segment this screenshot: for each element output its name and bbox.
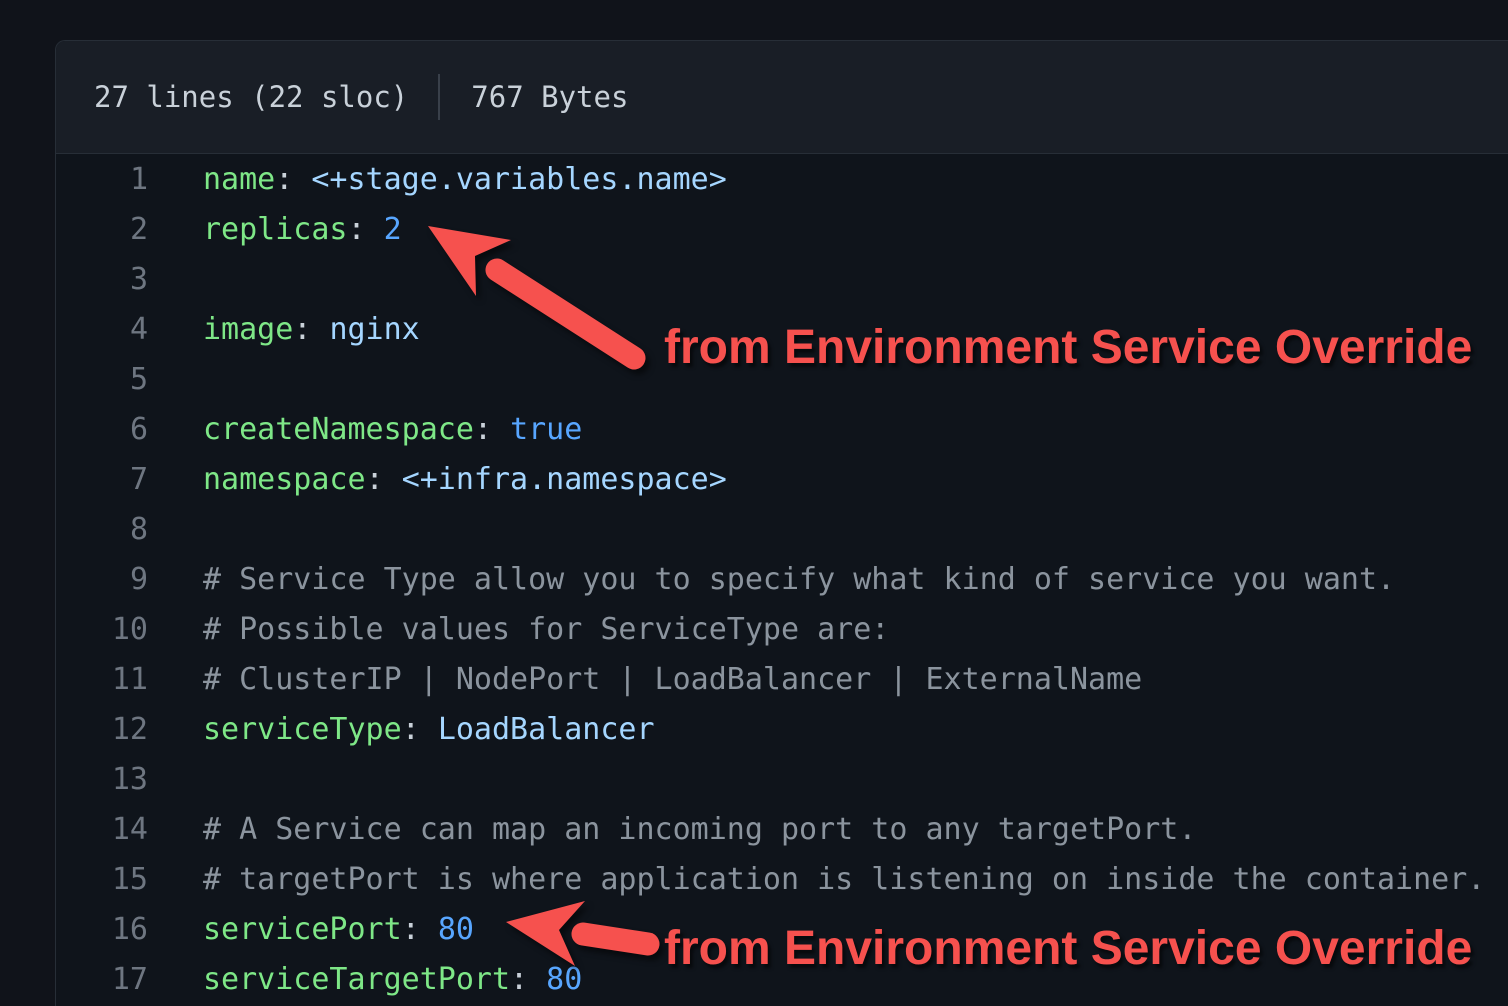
code-line: 11# ClusterIP | NodePort | LoadBalancer … bbox=[56, 654, 1508, 704]
code-line: 7namespace: <+infra.namespace> bbox=[56, 454, 1508, 504]
line-number[interactable]: 4 bbox=[56, 312, 148, 347]
code-line-content: # targetPort is where application is lis… bbox=[148, 862, 1485, 897]
code-line-content: # Service Type allow you to specify what… bbox=[148, 562, 1395, 597]
header-divider bbox=[438, 74, 440, 120]
line-number[interactable]: 12 bbox=[56, 712, 148, 747]
annotation-label-2: from Environment Service Override bbox=[664, 925, 1472, 973]
line-number[interactable]: 9 bbox=[56, 562, 148, 597]
line-number[interactable]: 6 bbox=[56, 412, 148, 447]
line-number[interactable]: 2 bbox=[56, 212, 148, 247]
line-number[interactable]: 15 bbox=[56, 862, 148, 897]
code-line-content: servicePort: 80 bbox=[148, 912, 474, 947]
code-line: 8 bbox=[56, 504, 1508, 554]
code-line-content: namespace: <+infra.namespace> bbox=[148, 462, 727, 497]
code-line-content: createNamespace: true bbox=[148, 412, 582, 447]
code-line-content: name: <+stage.variables.name> bbox=[148, 162, 727, 197]
code-line-content: serviceTargetPort: 80 bbox=[148, 962, 582, 997]
page-background: 27 lines (22 sloc) 767 Bytes 1name: <+st… bbox=[0, 0, 1508, 1006]
code-line-content: serviceType: LoadBalancer bbox=[148, 712, 655, 747]
annotation-label-1: from Environment Service Override bbox=[664, 324, 1472, 372]
code-line-content: # ClusterIP | NodePort | LoadBalancer | … bbox=[148, 662, 1142, 697]
code-line: 3 bbox=[56, 254, 1508, 304]
line-number[interactable]: 5 bbox=[56, 362, 148, 397]
code-line-content: # A Service can map an incoming port to … bbox=[148, 812, 1196, 847]
code-line: 15# targetPort is where application is l… bbox=[56, 854, 1508, 904]
code-line-content: image: nginx bbox=[148, 312, 420, 347]
line-number[interactable]: 8 bbox=[56, 512, 148, 547]
file-lines-info: 27 lines (22 sloc) bbox=[94, 80, 408, 114]
line-number[interactable]: 13 bbox=[56, 762, 148, 797]
code-line: 12serviceType: LoadBalancer bbox=[56, 704, 1508, 754]
code-line: 10# Possible values for ServiceType are: bbox=[56, 604, 1508, 654]
line-number[interactable]: 11 bbox=[56, 662, 148, 697]
line-number[interactable]: 16 bbox=[56, 912, 148, 947]
file-size-info: 767 Bytes bbox=[471, 80, 628, 114]
line-number[interactable]: 14 bbox=[56, 812, 148, 847]
line-number[interactable]: 7 bbox=[56, 462, 148, 497]
line-number[interactable]: 3 bbox=[56, 262, 148, 297]
line-number[interactable]: 17 bbox=[56, 962, 148, 997]
code-line-content: replicas: 2 bbox=[148, 212, 402, 247]
code-line: 6createNamespace: true bbox=[56, 404, 1508, 454]
code-line: 9# Service Type allow you to specify wha… bbox=[56, 554, 1508, 604]
file-viewer: 27 lines (22 sloc) 767 Bytes 1name: <+st… bbox=[55, 40, 1508, 1006]
code-area: 1name: <+stage.variables.name>2replicas:… bbox=[56, 154, 1508, 1004]
file-header: 27 lines (22 sloc) 767 Bytes bbox=[56, 41, 1508, 154]
code-line-content: # Possible values for ServiceType are: bbox=[148, 612, 889, 647]
line-number[interactable]: 1 bbox=[56, 162, 148, 197]
code-line: 14# A Service can map an incoming port t… bbox=[56, 804, 1508, 854]
code-line: 1name: <+stage.variables.name> bbox=[56, 154, 1508, 204]
code-line: 2replicas: 2 bbox=[56, 204, 1508, 254]
line-number[interactable]: 10 bbox=[56, 612, 148, 647]
code-line: 13 bbox=[56, 754, 1508, 804]
